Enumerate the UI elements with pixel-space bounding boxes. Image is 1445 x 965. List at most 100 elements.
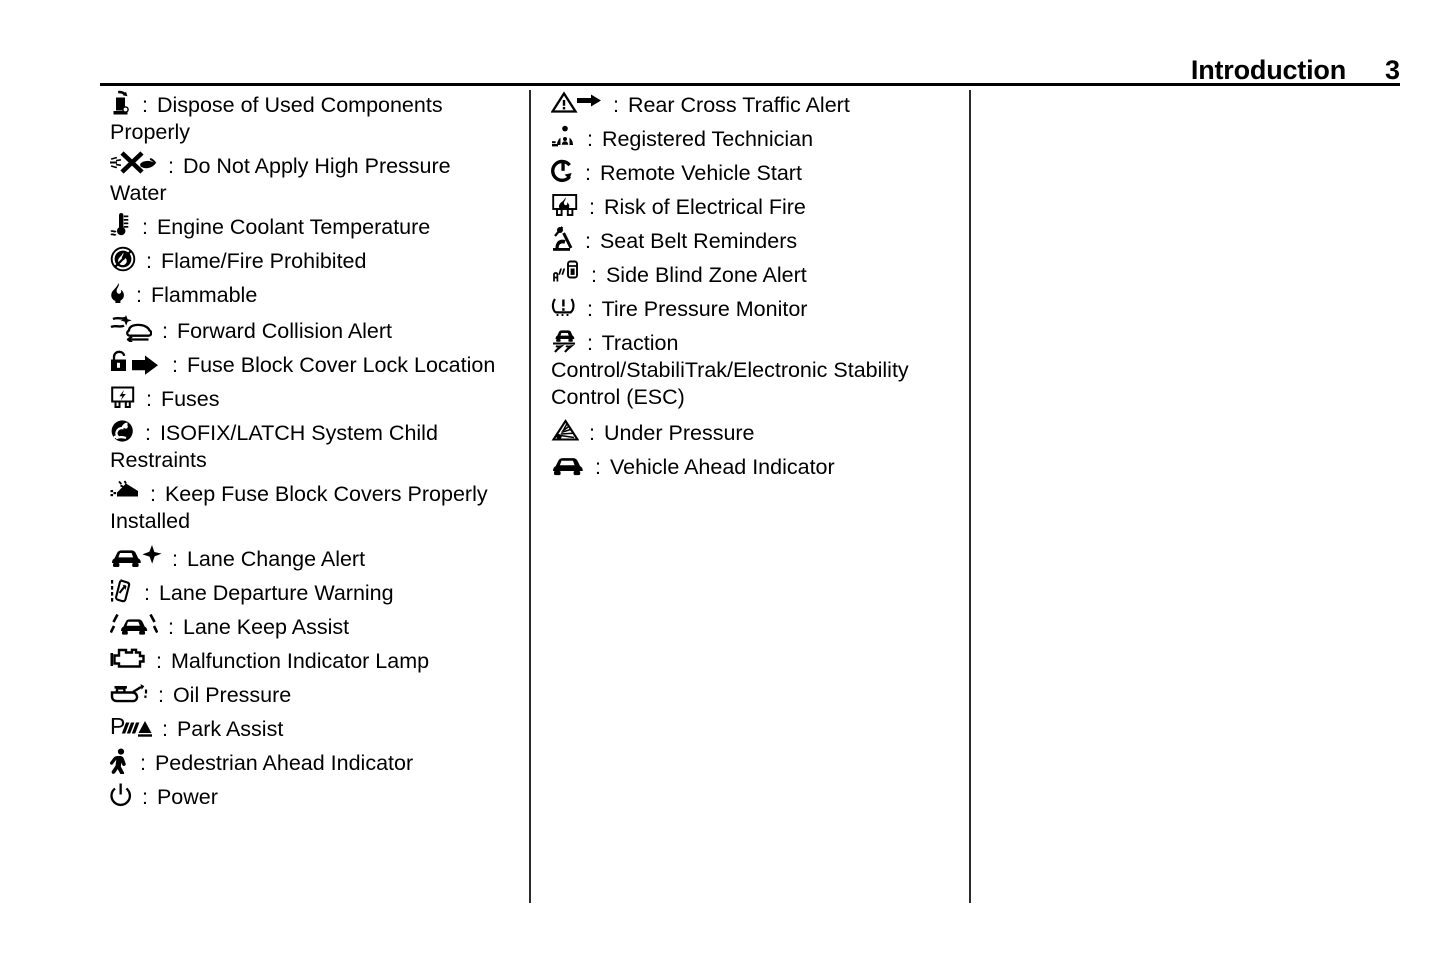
symbol-entry: : Lane Keep Assist — [110, 612, 510, 641]
traction-control-stabilitrak-esc-icon — [551, 328, 577, 354]
entry-separator: : — [145, 387, 152, 411]
dispose-of-used-components-icon — [110, 90, 132, 116]
entry-separator: : — [167, 154, 174, 178]
tire-pressure-monitor-icon — [551, 294, 577, 320]
entry-separator: : — [588, 421, 595, 445]
symbol-label: Fuse Block Cover Lock Location — [186, 353, 496, 377]
symbol-entry: : Keep Fuse Block Covers Properly Instal… — [110, 479, 510, 535]
under-pressure-icon — [551, 418, 579, 444]
entry-separator: : — [586, 127, 593, 151]
symbol-label: Seat Belt Reminders — [599, 229, 798, 253]
symbol-list-right-column: : Rear Cross Traffic Alert : Registered … — [551, 90, 956, 486]
symbol-label: Registered Technician — [601, 127, 814, 151]
entry-separator: : — [149, 482, 156, 506]
entry-separator: : — [171, 547, 178, 571]
symbol-entry: : Fuses — [110, 384, 510, 413]
entry-separator: : — [584, 161, 591, 185]
svg-text:P: P — [110, 714, 125, 739]
manual-page: Introduction 3 : Dispose of Used Compone… — [0, 0, 1445, 965]
header-rule — [100, 83, 1400, 86]
forward-collision-alert-icon — [110, 314, 152, 342]
entry-separator: : — [594, 455, 601, 479]
symbol-label: Flammable — [150, 283, 258, 307]
engine-coolant-temperature-icon — [110, 212, 132, 238]
vehicle-ahead-indicator-icon — [551, 452, 585, 478]
flame-fire-prohibited-icon — [110, 246, 136, 272]
symbol-label: Engine Coolant Temperature — [156, 215, 431, 239]
symbol-entry: : Lane Departure Warning — [110, 578, 510, 607]
symbol-label: Lane Change Alert — [186, 547, 366, 571]
symbol-entry: : Registered Technician — [551, 124, 956, 153]
power-icon — [110, 782, 132, 808]
symbol-entry: : Forward Collision Alert — [110, 314, 510, 345]
symbol-entry: : Tire Pressure Monitor — [551, 294, 956, 323]
symbol-entry: : Traction Control/StabiliTrak/Electroni… — [551, 328, 956, 411]
symbol-entry: : Seat Belt Reminders — [551, 226, 956, 255]
symbol-entry: : Fuse Block Cover Lock Location — [110, 350, 510, 379]
seat-belt-reminders-icon — [551, 226, 575, 252]
entry-separator: : — [584, 229, 591, 253]
column-divider-2 — [969, 90, 971, 903]
rear-cross-traffic-alert-icon — [551, 90, 603, 116]
entry-separator: : — [141, 93, 148, 117]
symbol-entry: : Oil Pressure — [110, 680, 510, 709]
oil-pressure-icon — [110, 680, 148, 706]
symbol-label: Lane Keep Assist — [182, 615, 350, 639]
entry-separator: : — [144, 421, 151, 445]
symbol-entry: P : Park Assist — [110, 714, 510, 743]
keep-fuse-block-covers-installed-icon — [110, 479, 140, 505]
entry-separator: : — [586, 297, 593, 321]
entry-separator: : — [612, 93, 619, 117]
entry-separator: : — [139, 751, 146, 775]
park-assist-icon: P — [110, 714, 152, 740]
page-header: Introduction 3 — [100, 40, 1400, 86]
side-blind-zone-alert-icon — [551, 260, 581, 286]
entry-separator: : — [145, 249, 152, 273]
symbol-entry: : Do Not Apply High Pressure Water — [110, 151, 510, 207]
symbol-entry: : Dispose of Used Components Properly — [110, 90, 510, 146]
entry-separator: : — [161, 319, 168, 343]
symbol-entry: : Flame/Fire Prohibited — [110, 246, 510, 275]
lane-change-alert-icon — [110, 542, 162, 570]
symbol-label: Remote Vehicle Start — [599, 161, 802, 185]
isofix-latch-child-restraints-icon — [110, 418, 135, 444]
symbol-label: Side Blind Zone Alert — [605, 263, 807, 287]
entry-separator: : — [586, 331, 593, 355]
symbol-label: ISOFIX/LATCH System Child Restraints — [110, 421, 438, 472]
registered-technician-icon — [551, 124, 577, 150]
symbol-label: Fuses — [160, 387, 220, 411]
entry-separator: : — [155, 649, 162, 673]
symbol-entry: : Flammable — [110, 280, 510, 309]
pedestrian-ahead-indicator-icon — [110, 748, 130, 774]
symbol-entry: : Remote Vehicle Start — [551, 158, 956, 187]
symbol-entry: : Side Blind Zone Alert — [551, 260, 956, 289]
malfunction-indicator-lamp-icon — [110, 646, 146, 672]
do-not-apply-high-pressure-water-icon — [110, 151, 158, 177]
symbol-label: Vehicle Ahead Indicator — [609, 455, 835, 479]
symbol-entry: : Vehicle Ahead Indicator — [551, 452, 956, 481]
symbol-list-left-column: : Dispose of Used Components Properly: … — [110, 90, 510, 816]
symbol-entry: : Pedestrian Ahead Indicator — [110, 748, 510, 777]
page-title: Introduction — [1190, 55, 1346, 85]
symbol-label: Under Pressure — [603, 421, 755, 445]
entry-separator: : — [590, 263, 597, 287]
symbol-label: Park Assist — [176, 717, 284, 741]
entry-separator: : — [141, 215, 148, 239]
symbol-label: Rear Cross Traffic Alert — [627, 93, 850, 117]
symbol-label: Oil Pressure — [172, 683, 292, 707]
symbol-label: Risk of Electrical Fire — [603, 195, 806, 219]
symbol-entry: : Lane Change Alert — [110, 542, 510, 573]
symbol-entry: : Malfunction Indicator Lamp — [110, 646, 510, 675]
symbol-label: Flame/Fire Prohibited — [160, 249, 367, 273]
symbol-entry: : Risk of Electrical Fire — [551, 192, 956, 221]
symbol-label: Keep Fuse Block Covers Properly Installe… — [110, 482, 488, 533]
lane-departure-warning-icon — [110, 578, 134, 604]
entry-separator: : — [141, 785, 148, 809]
symbol-entry: : ISOFIX/LATCH System Child Restraints — [110, 418, 510, 474]
symbol-label: Power — [156, 785, 218, 809]
symbol-label: Do Not Apply High Pressure Water — [110, 154, 451, 205]
risk-of-electrical-fire-icon — [551, 192, 579, 218]
symbol-label: Forward Collision Alert — [176, 319, 393, 343]
symbol-entry: : Rear Cross Traffic Alert — [551, 90, 956, 119]
entry-separator: : — [171, 353, 178, 377]
